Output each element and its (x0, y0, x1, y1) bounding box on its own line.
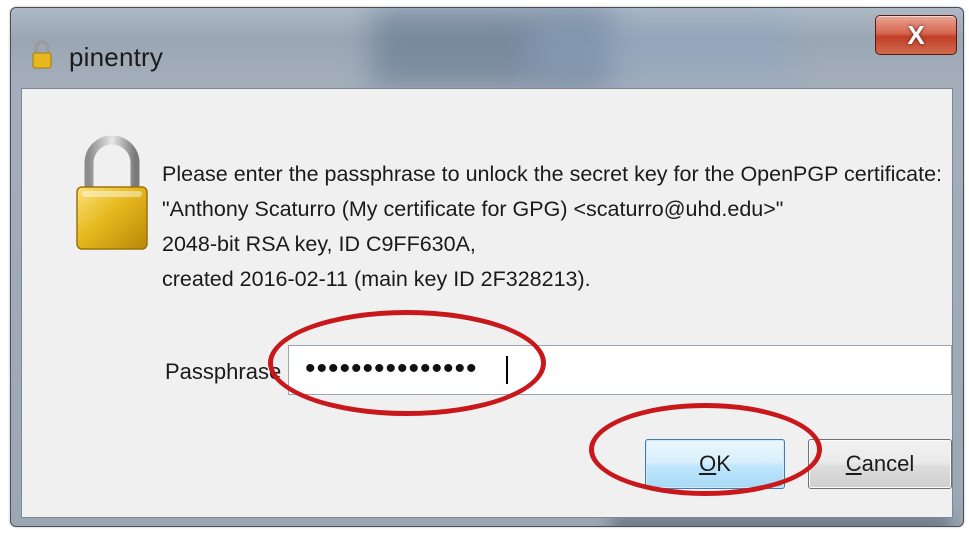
padlock-icon (76, 135, 148, 250)
close-icon: X (907, 20, 925, 50)
message-line: "Anthony Scaturro (My certificate for GP… (162, 197, 784, 221)
pinentry-window: pinentry X Please enter the passphrase t… (10, 7, 964, 527)
passphrase-label: Passphrase (165, 359, 282, 384)
message-line: created 2016-02-11 (main key ID 2F328213… (162, 267, 591, 291)
ok-button[interactable]: OK (645, 439, 785, 489)
title-bar[interactable]: pinentry X (11, 8, 963, 88)
passphrase-masked-value: ••••••••••••••• (305, 352, 478, 385)
message-line: Please enter the passphrase to unlock th… (162, 162, 943, 186)
window-title: pinentry (69, 42, 164, 72)
cancel-button[interactable]: Cancel (808, 439, 952, 489)
ok-button-label: OK (699, 451, 731, 476)
lock-icon (32, 40, 52, 69)
prompt-message: Please enter the passphrase to unlock th… (162, 157, 942, 297)
close-button[interactable]: X (875, 15, 957, 55)
message-line: 2048-bit RSA key, ID C9FF630A, (162, 232, 476, 256)
text-caret (506, 356, 508, 384)
passphrase-input[interactable]: ••••••••••••••• (288, 345, 952, 395)
cancel-button-label: Cancel (845, 451, 915, 476)
dialog-body: Please enter the passphrase to unlock th… (21, 88, 953, 518)
